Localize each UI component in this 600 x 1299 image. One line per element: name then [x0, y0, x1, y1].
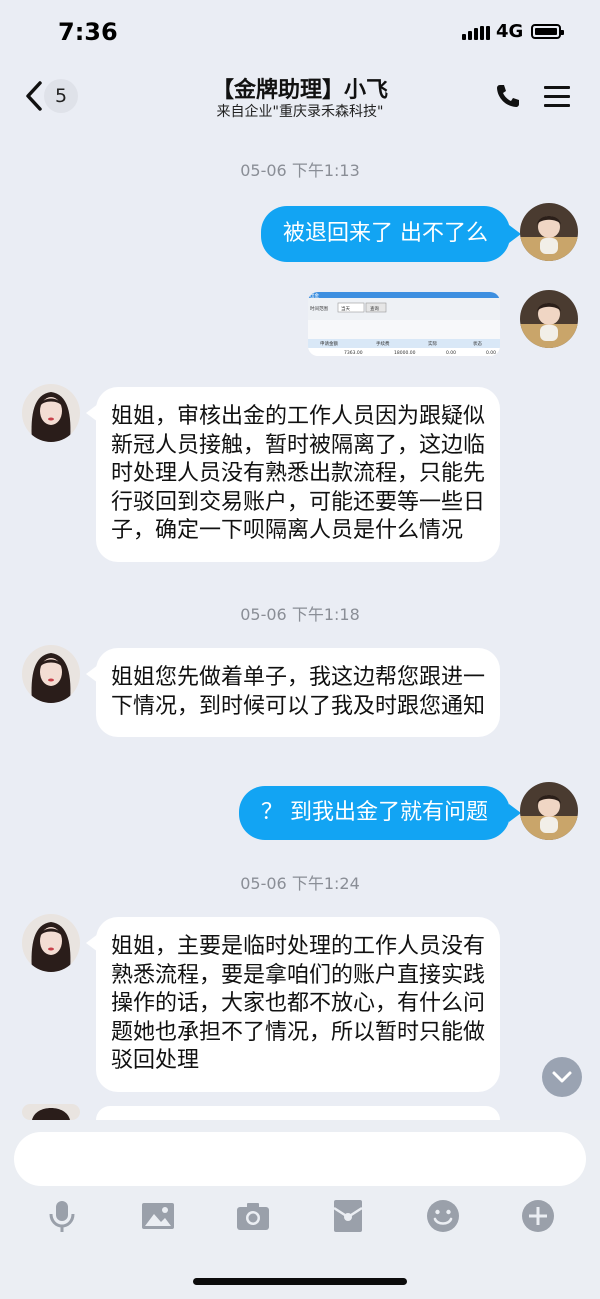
thumb-title: 出金 — [310, 292, 319, 299]
status-time: 7:36 — [58, 18, 118, 46]
contact-avatar[interactable] — [22, 384, 80, 442]
thumb-header-1: 手续费 — [376, 340, 390, 347]
home-indicator — [193, 1278, 407, 1285]
phone-icon[interactable] — [494, 82, 522, 110]
thumb-cell-3: 0.00 — [486, 350, 496, 356]
signal-icon — [462, 26, 490, 40]
outgoing-message[interactable]: 被退回来了 出不了么 — [261, 206, 510, 262]
incoming-message[interactable]: 姐姐，审核出金的工作人员因为跟疑似新冠人员接触，暂时被隔离了，这边临时处理人员没… — [96, 387, 500, 562]
my-avatar[interactable] — [520, 782, 578, 840]
screenshot-thumbnail: 出金 时间范围 当天 查询 申请金额 手续费 实际 状态 7363.00 180… — [308, 292, 500, 356]
contact-avatar[interactable] — [22, 914, 80, 972]
contact-avatar[interactable] — [22, 645, 80, 703]
thumb-filter-value: 当天 — [341, 305, 350, 312]
camera-icon[interactable] — [235, 1198, 271, 1234]
outgoing-image-message[interactable]: 出金 时间范围 当天 查询 申请金额 手续费 实际 状态 7363.00 180… — [308, 292, 500, 356]
message-timestamp: 05-06 下午1:18 — [240, 605, 360, 624]
my-avatar[interactable] — [520, 290, 578, 348]
incoming-message-partial — [96, 1106, 500, 1120]
redpacket-icon[interactable] — [330, 1198, 366, 1234]
thumb-filter-label: 时间范围 — [310, 305, 328, 312]
incoming-message[interactable]: 姐姐您先做着单子，我这边帮您跟进一下情况，到时候可以了我及时跟您通知 — [96, 648, 500, 737]
menu-icon[interactable] — [544, 84, 572, 108]
mic-icon[interactable] — [44, 1198, 80, 1234]
plus-icon[interactable] — [520, 1198, 556, 1234]
thumb-cell-2: 0.00 — [446, 350, 456, 356]
battery-icon — [531, 24, 564, 39]
network-type: 4G — [496, 21, 524, 42]
thumb-query-button: 查询 — [370, 305, 379, 312]
image-icon[interactable] — [140, 1198, 176, 1234]
emoji-icon[interactable] — [425, 1198, 461, 1234]
thumb-cell-0: 7363.00 — [344, 350, 363, 356]
outgoing-message[interactable]: ？ 到我出金了就有问题 — [239, 786, 510, 840]
contact-avatar — [22, 1104, 80, 1120]
thumb-cell-1: 18000.00 — [394, 350, 416, 356]
message-timestamp: 05-06 下午1:13 — [240, 161, 360, 180]
incoming-message[interactable]: 姐姐，主要是临时处理的工作人员没有熟悉流程，要是拿咱们的账户直接实践操作的话，大… — [96, 917, 500, 1092]
message-timestamp: 05-06 下午1:24 — [240, 874, 360, 893]
thumb-header-3: 状态 — [473, 340, 482, 347]
my-avatar[interactable] — [520, 203, 578, 261]
scroll-to-bottom-button[interactable] — [542, 1057, 582, 1097]
chevron-down-icon — [552, 1071, 572, 1083]
status-bar: 7:36 4G — [0, 0, 600, 64]
thumb-header-2: 实际 — [428, 340, 437, 347]
message-input[interactable] — [14, 1132, 586, 1186]
thumb-header-0: 申请金额 — [320, 340, 338, 347]
